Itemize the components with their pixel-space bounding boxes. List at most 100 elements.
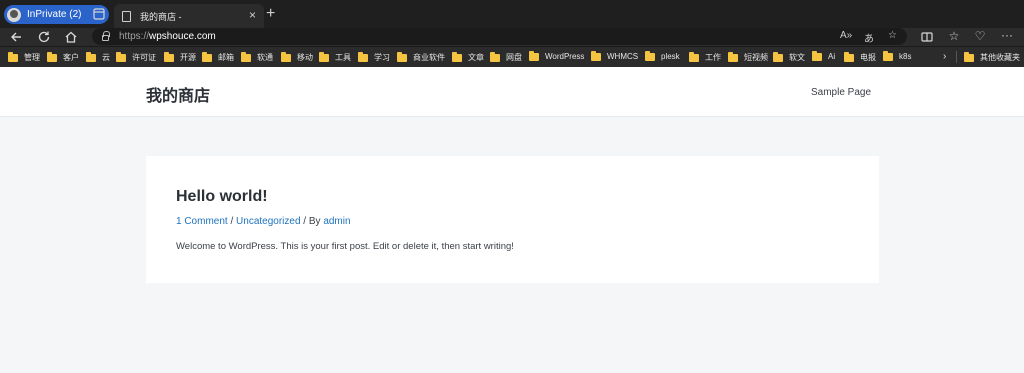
bookmark-folder[interactable]: WHMCS <box>591 50 639 61</box>
folder-icon <box>452 51 462 62</box>
star-icon[interactable]: ☆ <box>888 30 897 41</box>
bookmark-folder[interactable]: 学习 <box>358 51 390 63</box>
bookmark-folder[interactable]: 软通 <box>241 51 273 63</box>
bookmark-label: WHMCS <box>607 52 639 61</box>
inprivate-label: InPrivate (2) <box>27 9 82 20</box>
category-link[interactable]: Uncategorized <box>236 216 300 227</box>
bookmark-label: WordPress <box>545 52 585 61</box>
bookmark-label: 电报 <box>860 53 876 62</box>
close-tab-icon[interactable]: × <box>249 8 256 22</box>
folder-icon <box>202 51 212 62</box>
url-host: wpshouce.com <box>149 31 216 42</box>
tab-title: 我的商店 - <box>140 11 182 22</box>
bookmark-folder[interactable]: Ai <box>812 50 835 61</box>
bookmark-folder[interactable]: 客户 <box>47 51 79 63</box>
more-icon[interactable]: ··· <box>999 28 1015 42</box>
bookmark-label: 网盘 <box>506 53 522 62</box>
bookmark-label: 开源 <box>180 53 196 62</box>
bookmark-folder[interactable]: 云 <box>86 51 110 63</box>
folder-icon <box>397 51 407 62</box>
bookmark-label: 学习 <box>374 53 390 62</box>
bookmark-folder[interactable]: k8s <box>883 50 912 61</box>
folder-icon <box>116 51 126 62</box>
bookmark-label: 移动 <box>297 53 313 62</box>
bookmark-label: 工作 <box>705 53 721 62</box>
meta-by: / By <box>300 216 324 227</box>
folder-icon <box>812 50 822 61</box>
bookmark-label: 许可证 <box>132 53 156 62</box>
other-favorites-folder[interactable]: 其他收藏夹 <box>964 51 1020 63</box>
browser-toolbar: https:// wpshouce.com A» あ ☆ ☆ ♡ ··· <box>0 28 1024 46</box>
bookmark-label: 文章 <box>468 53 484 62</box>
bookmark-folder[interactable]: 商业软件 <box>397 51 445 63</box>
bookmarks-divider <box>956 51 957 63</box>
bookmark-folder[interactable]: 短视频 <box>728 51 768 63</box>
browser-tab-active[interactable]: 我的商店 - × <box>114 4 264 28</box>
nav-link-sample-page[interactable]: Sample Page <box>811 87 871 98</box>
folder-icon <box>773 51 783 62</box>
bookmark-folder[interactable]: WordPress <box>529 50 585 61</box>
refresh-icon[interactable] <box>36 30 52 44</box>
folder-icon <box>490 51 500 62</box>
folder-icon <box>645 50 655 61</box>
folder-icon <box>164 51 174 62</box>
bookmark-folder[interactable]: 移动 <box>281 51 313 63</box>
translate-icon[interactable]: あ <box>864 30 874 45</box>
folder-icon <box>241 51 251 62</box>
bookmark-folder[interactable]: 邮箱 <box>202 51 234 63</box>
folder-icon <box>689 51 699 62</box>
read-aloud-icon[interactable]: A» <box>840 30 852 41</box>
home-icon[interactable] <box>63 30 79 44</box>
folder-icon <box>728 51 738 62</box>
site-title-link[interactable]: 我的商店 <box>146 82 210 106</box>
url-protocol: https:// <box>119 31 150 42</box>
address-bar[interactable]: https:// wpshouce.com A» あ ☆ <box>92 28 907 45</box>
tab-actions-icon[interactable] <box>93 8 105 20</box>
chevron-right-icon[interactable]: › <box>943 51 946 62</box>
page-icon <box>122 10 131 22</box>
comments-link[interactable]: 1 Comment <box>176 216 228 227</box>
folder-icon <box>86 51 96 62</box>
folder-icon <box>883 50 893 61</box>
author-link[interactable]: admin <box>323 216 350 227</box>
post-card: Hello world! 1 Comment / Uncategorized /… <box>146 156 879 283</box>
folder-icon <box>964 51 974 62</box>
browser-essentials-icon[interactable]: ♡ <box>972 29 988 43</box>
bookmark-label: 客户 <box>63 53 79 62</box>
favorites-icon[interactable]: ☆ <box>946 29 962 43</box>
post-meta: 1 Comment / Uncategorized / By admin <box>176 216 351 227</box>
meta-separator: / <box>227 216 237 227</box>
bookmark-folder[interactable]: 管理 <box>8 51 40 63</box>
bookmark-folder[interactable]: 开源 <box>164 51 196 63</box>
split-screen-icon[interactable] <box>919 30 935 44</box>
back-icon[interactable] <box>8 30 24 44</box>
bookmark-folder[interactable]: plesk <box>645 50 680 61</box>
bookmark-folder[interactable]: 许可证 <box>116 51 156 63</box>
new-tab-icon[interactable]: + <box>266 5 275 23</box>
bookmark-label: 商业软件 <box>413 53 445 62</box>
lock-icon[interactable] <box>102 30 110 41</box>
post-excerpt: Welcome to WordPress. This is your first… <box>176 241 514 252</box>
browser-tab-strip: InPrivate (2) 我的商店 - × + <box>0 0 1024 28</box>
bookmark-label: 管理 <box>24 53 40 62</box>
folder-icon <box>47 51 57 62</box>
favorites-bar: 管理 客户 云 许可证 开源 邮箱 软通 移动 工具 学习 商业软件 文章 网盘… <box>0 46 1024 67</box>
bookmark-label: 软文 <box>789 53 805 62</box>
bookmark-folder[interactable]: 电报 <box>844 51 876 63</box>
bookmark-folder[interactable]: 网盘 <box>490 51 522 63</box>
bookmark-label: k8s <box>899 52 912 61</box>
bookmark-folder[interactable]: 工作 <box>689 51 721 63</box>
folder-icon <box>358 51 368 62</box>
bookmark-label: 邮箱 <box>218 53 234 62</box>
bookmark-label: 软通 <box>257 53 273 62</box>
post-title-link[interactable]: Hello world! <box>176 188 268 206</box>
folder-icon <box>319 51 329 62</box>
bookmark-label: 工具 <box>335 53 351 62</box>
bookmark-folder[interactable]: 工具 <box>319 51 351 63</box>
bookmark-folder[interactable]: 软文 <box>773 51 805 63</box>
folder-icon <box>8 51 18 62</box>
folder-icon <box>281 51 291 62</box>
bookmark-label: 其他收藏夹 <box>980 53 1020 62</box>
folder-icon <box>591 50 601 61</box>
bookmark-folder[interactable]: 文章 <box>452 51 484 63</box>
